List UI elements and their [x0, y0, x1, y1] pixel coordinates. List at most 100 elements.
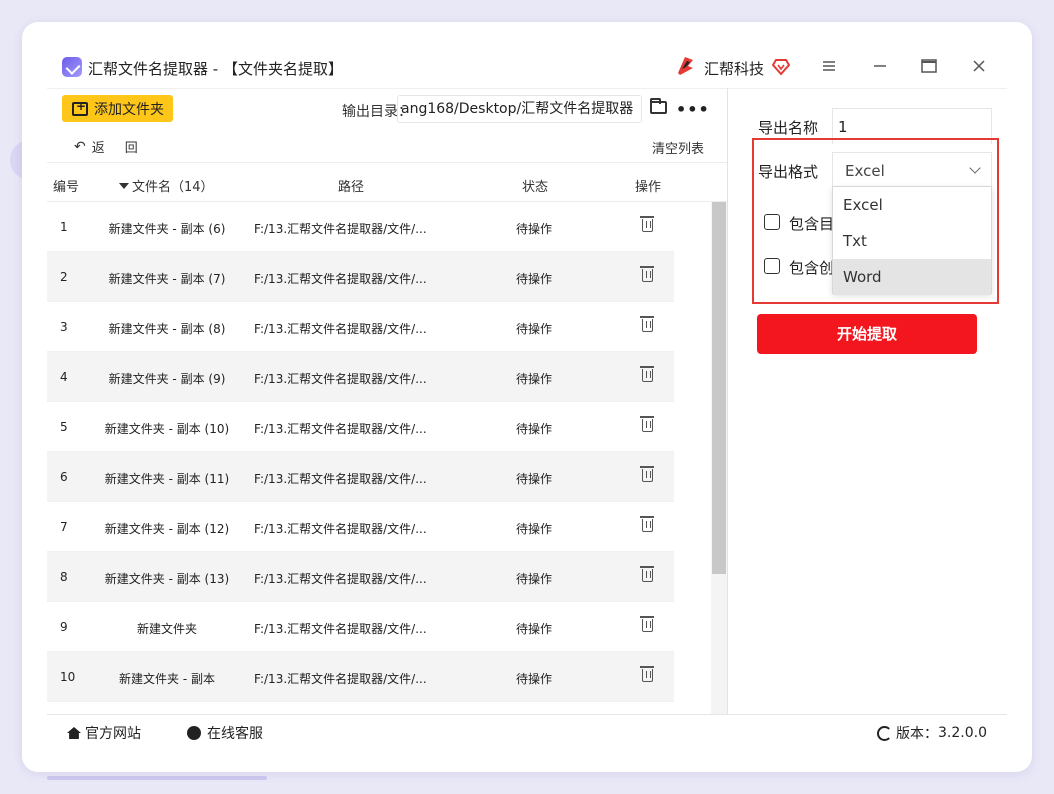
- table-row[interactable]: 6 新建文件夹 - 副本 (11) F:/13.汇帮文件名提取器/文件/... …: [47, 452, 674, 502]
- app-window: 汇帮文件名提取器 - 【文件夹名提取】 汇帮科技 添加文件夹 输出目录： ang…: [22, 22, 1032, 772]
- back-label: 返回: [91, 141, 158, 156]
- cell-path: F:/13.汇帮文件名提取器/文件/...: [254, 422, 427, 436]
- scrollbar-thumb[interactable]: [712, 202, 726, 574]
- cell-name: 新建文件夹 - 副本 (9): [108, 372, 226, 386]
- maximize-button[interactable]: [919, 56, 939, 76]
- cell-path: F:/13.汇帮文件名提取器/文件/...: [254, 572, 427, 586]
- delete-icon[interactable]: [640, 316, 654, 332]
- delete-icon[interactable]: [640, 216, 654, 232]
- refresh-icon: [877, 725, 892, 741]
- delete-icon[interactable]: [640, 366, 654, 382]
- table-row[interactable]: 7 新建文件夹 - 副本 (12) F:/13.汇帮文件名提取器/文件/... …: [47, 502, 674, 552]
- minimize-button[interactable]: [870, 56, 890, 76]
- vip-diamond-icon[interactable]: [772, 58, 790, 76]
- cell-name: 新建文件夹 - 副本 (12): [104, 522, 230, 536]
- header-status: 状态: [522, 180, 549, 195]
- version-info[interactable]: 版本： 3.2.0.0: [877, 723, 987, 743]
- table-row[interactable]: 8 新建文件夹 - 副本 (13) F:/13.汇帮文件名提取器/文件/... …: [47, 552, 674, 602]
- cell-path: F:/13.汇帮文件名提取器/文件/...: [254, 372, 427, 386]
- close-icon: [973, 60, 985, 72]
- back-button[interactable]: ↶ 返回: [74, 137, 158, 157]
- cell-path: F:/13.汇帮文件名提取器/文件/...: [254, 272, 427, 286]
- cell-name: 新建文件夹 - 副本 (6): [108, 222, 226, 236]
- delete-icon[interactable]: [640, 666, 654, 682]
- brand-logo-icon: [678, 57, 693, 75]
- cell-path: F:/13.汇帮文件名提取器/文件/...: [254, 472, 427, 486]
- cell-path: F:/13.汇帮文件名提取器/文件/...: [254, 222, 427, 236]
- title-bar: 汇帮文件名提取器 - 【文件夹名提取】 汇帮科技: [22, 22, 1032, 88]
- highlight-annotation: [752, 138, 999, 304]
- add-folder-label: 添加文件夹: [94, 101, 164, 118]
- output-dir-field[interactable]: ang168/Desktop/汇帮文件名提取器: [397, 95, 642, 123]
- clear-list-button[interactable]: 清空列表: [652, 138, 704, 157]
- delete-icon[interactable]: [640, 566, 654, 582]
- table-row[interactable]: 1 新建文件夹 - 副本 (6) F:/13.汇帮文件名提取器/文件/... 待…: [47, 202, 674, 252]
- version-label: 版本：: [896, 726, 938, 742]
- cell-path: F:/13.汇帮文件名提取器/文件/...: [254, 622, 427, 636]
- delete-icon[interactable]: [640, 416, 654, 432]
- background-bar: [47, 776, 267, 780]
- hamburger-icon: [823, 61, 835, 71]
- official-website-label: 官方网站: [85, 726, 141, 742]
- close-button[interactable]: [969, 56, 989, 76]
- cell-status: 待操作: [516, 672, 553, 686]
- cell-path: F:/13.汇帮文件名提取器/文件/...: [254, 672, 427, 686]
- header-name-label: 文件名（14）: [132, 180, 214, 195]
- table-row[interactable]: 3 新建文件夹 - 副本 (8) F:/13.汇帮文件名提取器/文件/... 待…: [47, 302, 674, 352]
- cell-path: F:/13.汇帮文件名提取器/文件/...: [254, 522, 427, 536]
- cell-name: 新建文件夹 - 副本 (8): [108, 322, 226, 336]
- header-path: 路径: [338, 180, 365, 195]
- table-row[interactable]: 9 新建文件夹 F:/13.汇帮文件名提取器/文件/... 待操作: [47, 602, 674, 652]
- header-name[interactable]: 文件名（14）: [119, 176, 214, 195]
- back-arrow-icon: ↶: [74, 138, 86, 155]
- home-icon: [67, 727, 81, 739]
- delete-icon[interactable]: [640, 616, 654, 632]
- table-row[interactable]: 2 新建文件夹 - 副本 (7) F:/13.汇帮文件名提取器/文件/... 待…: [47, 252, 674, 302]
- delete-icon[interactable]: [640, 266, 654, 282]
- cell-path: F:/13.汇帮文件名提取器/文件/...: [254, 322, 427, 336]
- footer-bar: 官方网站 在线客服 版本： 3.2.0.0: [47, 714, 1007, 748]
- delete-icon[interactable]: [640, 516, 654, 532]
- table-header: 编号 文件名（14） 路径 状态 操作: [47, 162, 727, 202]
- cell-status: 待操作: [516, 622, 553, 636]
- table-body: 1 新建文件夹 - 副本 (6) F:/13.汇帮文件名提取器/文件/... 待…: [47, 202, 712, 712]
- maximize-icon: [921, 59, 937, 73]
- sort-caret-icon: [119, 183, 129, 189]
- cell-status: 待操作: [516, 272, 553, 286]
- version-value: 3.2.0.0: [938, 725, 987, 741]
- minimize-icon: [874, 65, 886, 67]
- delete-icon[interactable]: [640, 466, 654, 482]
- cell-name: 新建文件夹 - 副本 (7): [108, 272, 226, 286]
- headset-icon: [187, 726, 201, 740]
- add-folder-button[interactable]: 添加文件夹: [62, 95, 173, 122]
- cell-name: 新建文件夹 - 副本 (13): [104, 572, 230, 586]
- export-name-label: 导出名称: [758, 119, 819, 137]
- table-row[interactable]: 5 新建文件夹 - 副本 (10) F:/13.汇帮文件名提取器/文件/... …: [47, 402, 674, 452]
- brand-name: 汇帮科技: [704, 60, 765, 78]
- cell-name: 新建文件夹 - 副本: [119, 672, 215, 686]
- cell-status: 待操作: [516, 322, 553, 336]
- cell-status: 待操作: [516, 222, 553, 236]
- menu-button[interactable]: [819, 56, 839, 76]
- cell-status: 待操作: [516, 472, 553, 486]
- start-extract-button[interactable]: 开始提取: [757, 314, 977, 354]
- panel-divider: [727, 88, 728, 714]
- header-op: 操作: [635, 180, 662, 195]
- table-row[interactable]: 4 新建文件夹 - 副本 (9) F:/13.汇帮文件名提取器/文件/... 待…: [47, 352, 674, 402]
- official-website-link[interactable]: 官方网站: [67, 723, 141, 743]
- cell-name: 新建文件夹: [136, 622, 197, 636]
- cell-status: 待操作: [516, 422, 553, 436]
- cell-name: 新建文件夹 - 副本 (11): [104, 472, 230, 486]
- table-row[interactable]: 10 新建文件夹 - 副本 F:/13.汇帮文件名提取器/文件/... 待操作: [47, 652, 674, 702]
- more-options-icon[interactable]: •••: [676, 100, 710, 119]
- online-service-link[interactable]: 在线客服: [187, 723, 263, 743]
- cell-status: 待操作: [516, 522, 553, 536]
- title-divider: [47, 88, 1007, 89]
- add-folder-icon: [72, 99, 88, 116]
- online-service-label: 在线客服: [207, 726, 263, 742]
- cell-name: 新建文件夹 - 副本 (10): [104, 422, 230, 436]
- header-num: 编号: [53, 180, 80, 195]
- open-folder-icon[interactable]: [650, 98, 667, 114]
- app-title: 汇帮文件名提取器 - 【文件夹名提取】: [88, 60, 343, 78]
- cell-status: 待操作: [516, 572, 553, 586]
